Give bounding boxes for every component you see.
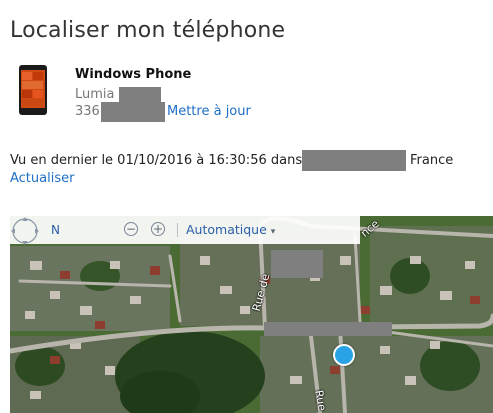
redacted-location	[302, 150, 406, 171]
update-link[interactable]: Mettre à jour	[167, 104, 251, 119]
device-name: Windows Phone	[75, 67, 192, 82]
location-dot-icon[interactable]	[333, 344, 355, 366]
last-seen-text: Vu en dernier le 01/10/2016 à 16:30:56 d…	[10, 153, 303, 168]
compass-label: N	[51, 223, 60, 237]
zoom-out-icon[interactable]: −	[124, 222, 138, 236]
compass-icon[interactable]	[10, 216, 40, 246]
redacted-number	[101, 102, 165, 122]
map-mode-dropdown[interactable]: Automatique ▾	[186, 222, 275, 237]
device-number: 336	[75, 104, 100, 119]
map-toolbar: N − + Automatique ▾	[10, 216, 360, 246]
map-mode-label: Automatique	[186, 222, 267, 237]
toolbar-divider	[177, 223, 178, 237]
phone-icon	[19, 65, 47, 115]
chevron-down-icon: ▾	[270, 227, 276, 237]
country-label: France	[410, 153, 454, 168]
map-view[interactable]: Rue de Rue nce N − + Automatique ▾	[10, 216, 493, 413]
satellite-imagery	[10, 216, 493, 413]
redacted-street-1	[271, 250, 323, 278]
device-model: Lumia	[75, 87, 115, 102]
page-title: Localiser mon téléphone	[10, 18, 286, 43]
refresh-link[interactable]: Actualiser	[10, 171, 74, 186]
zoom-in-icon[interactable]: +	[151, 222, 165, 236]
redacted-street-2	[264, 322, 392, 336]
